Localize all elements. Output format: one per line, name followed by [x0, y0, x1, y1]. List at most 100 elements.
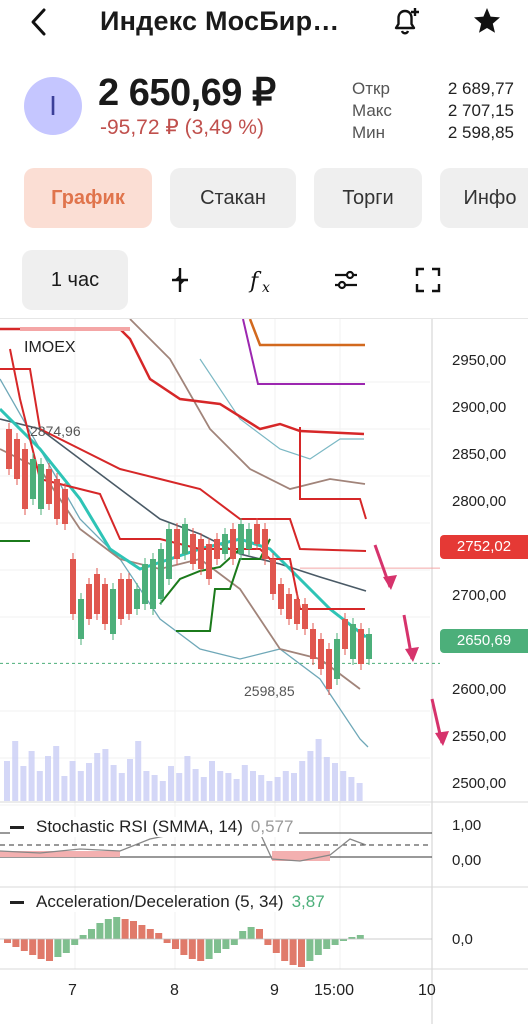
bell-plus-icon [394, 8, 419, 35]
volume-bar [28, 751, 35, 801]
accel-bar [88, 929, 95, 939]
max-price-annotation: 2874,96 [30, 423, 81, 439]
tab-chart[interactable]: График [24, 168, 152, 228]
candle [310, 629, 316, 659]
candle [230, 529, 236, 559]
candle [22, 449, 28, 509]
candle [142, 564, 148, 604]
signal-arrow-head [435, 731, 449, 746]
low-value: 2 598,85 [447, 123, 514, 142]
low-row: Мин 2 598,85 [352, 122, 514, 144]
ticker-label: IMOEX [24, 339, 76, 356]
volume-bar [274, 777, 281, 801]
candle [262, 529, 268, 559]
accel-bar [289, 939, 297, 965]
stoch-level-label: 0,00 [452, 852, 482, 869]
candle [134, 589, 140, 609]
candle [286, 594, 292, 619]
accel-bar [20, 939, 28, 951]
signal-arrow-head [405, 647, 419, 662]
accel-bar [79, 935, 87, 939]
price-tag-current: 2650,69 [440, 629, 528, 653]
accel-bar [155, 933, 163, 939]
candle [270, 559, 276, 594]
crosshair-icon[interactable] [164, 264, 196, 296]
min-price-annotation: 2598,85 [244, 683, 295, 699]
y-axis-label: 2700,00 [452, 587, 507, 604]
settings-sliders-icon[interactable] [330, 264, 362, 296]
high-row: Макс 2 707,15 [352, 100, 514, 122]
candle [38, 464, 44, 509]
x-axis-label: 7 [68, 982, 77, 999]
tab-info[interactable]: Инфо [440, 168, 528, 228]
volume-bar [217, 771, 224, 801]
accel-decel-value: 3,87 [291, 892, 325, 911]
volume-bar [307, 751, 314, 801]
volume-bar [77, 771, 84, 801]
candle [334, 639, 340, 679]
volume-bar [118, 773, 125, 801]
candle [238, 524, 244, 554]
back-button[interactable] [24, 6, 56, 38]
accel-bar [298, 939, 305, 967]
candle [54, 479, 60, 519]
favorite-button[interactable] [470, 4, 504, 38]
candle [174, 529, 180, 559]
accel-bar [37, 939, 45, 959]
candle [102, 584, 108, 624]
chart-area[interactable]: IMOEX 2950,00 2900,00 2850,00 2800,00 27… [0, 318, 528, 1024]
accel-bar [197, 939, 205, 961]
accel-bar [323, 939, 331, 949]
candle [342, 619, 348, 649]
volume-bar [36, 771, 43, 801]
function-icon[interactable]: fx [246, 264, 278, 296]
candle [350, 624, 356, 659]
accel-bar [264, 939, 272, 945]
candle [150, 559, 156, 609]
volume-bar [209, 761, 215, 801]
tab-order-book[interactable]: Стакан [170, 168, 296, 228]
candle [70, 559, 76, 614]
volume-bar [127, 759, 133, 801]
accel-bar [104, 919, 112, 939]
volume-bar [110, 765, 117, 801]
candle [62, 489, 68, 524]
accel-decel-label: Acceleration/Deceleration (5, 34) [36, 892, 284, 911]
volume-bar [4, 761, 10, 801]
fullscreen-icon[interactable] [412, 264, 444, 296]
stoch-rsi-title[interactable]: Stochastic RSI (SMMA, 14) 0,577 [10, 817, 300, 837]
accel-bar [205, 939, 213, 959]
volume-bar [233, 779, 240, 801]
volume-bar [282, 771, 289, 801]
candle [190, 534, 196, 564]
star-icon [474, 8, 500, 33]
candle [254, 524, 260, 544]
volume-bar [69, 761, 76, 801]
candle [78, 599, 84, 639]
top-bar: Индекс МосБир… [0, 0, 528, 48]
candle [30, 459, 36, 499]
open-label: Откр [352, 79, 390, 98]
high-value: 2 707,15 [447, 101, 514, 120]
signal-arrow-head [383, 575, 397, 590]
price-alert-button[interactable] [388, 4, 422, 38]
chart-toolbar: 1 час fx [0, 250, 528, 310]
tab-trades[interactable]: Торги [314, 168, 422, 228]
volume-bar [135, 741, 142, 801]
volume-bar [315, 739, 322, 801]
volume-bar [176, 773, 183, 801]
volume-bar [225, 773, 232, 801]
candle [206, 544, 212, 579]
accel-bar [121, 919, 129, 939]
volume-bar [258, 775, 265, 801]
accel-level-label: 0,0 [452, 931, 473, 948]
period-selector[interactable]: 1 час [22, 250, 128, 310]
volume-bar [143, 771, 150, 801]
volume-bar [159, 781, 166, 801]
candle [6, 429, 12, 469]
volume-bar [12, 741, 19, 801]
accel-bar [62, 939, 70, 953]
y-axis-label: 2550,00 [452, 728, 507, 745]
accel-bar [230, 939, 238, 945]
accel-decel-title[interactable]: Acceleration/Deceleration (5, 34) 3,87 [10, 892, 331, 912]
